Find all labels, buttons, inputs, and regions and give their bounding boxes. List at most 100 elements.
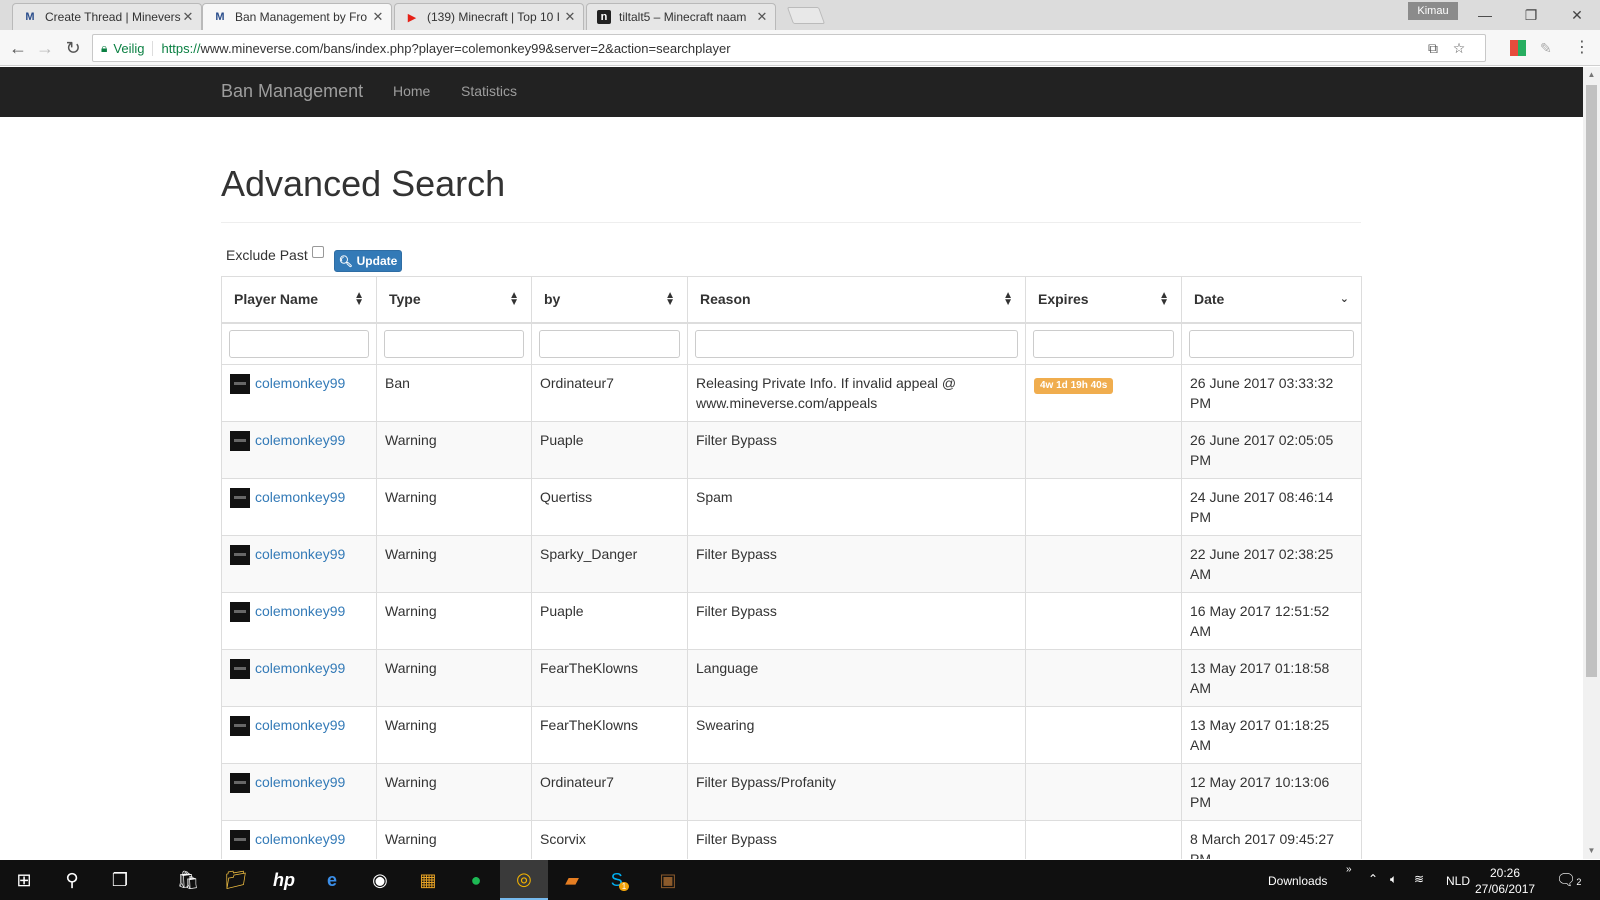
vertical-scrollbar[interactable]: ▲ ▼: [1583, 67, 1600, 859]
restore-icon[interactable]: ❐: [1508, 4, 1554, 26]
player-name-link[interactable]: colemonkey99: [255, 829, 345, 849]
browser-tab[interactable]: M Create Thread | Minevers ✕: [12, 3, 202, 30]
toolbar-expand-icon[interactable]: »: [1346, 864, 1352, 875]
edge-icon[interactable]: e: [308, 860, 356, 900]
window-close-icon[interactable]: ✕: [1554, 4, 1600, 26]
type-filter-input[interactable]: [384, 329, 524, 358]
file-explorer-icon[interactable]: 📁︎: [212, 860, 260, 900]
column-label: Player Name: [234, 291, 319, 308]
url-scheme: https://: [161, 40, 201, 56]
player-cell: colemonkey99: [221, 705, 377, 764]
expires-filter-input[interactable]: [1033, 329, 1174, 358]
player-cell: colemonkey99: [221, 762, 377, 821]
skype-icon[interactable]: S1: [596, 860, 644, 900]
minecraft-icon[interactable]: ▣: [644, 860, 692, 900]
reason-filter-input[interactable]: [695, 329, 1018, 358]
translate-icon[interactable]: ⧉: [1421, 35, 1445, 61]
nav-link-home[interactable]: Home: [393, 83, 430, 99]
search-icon[interactable]: ⚲: [48, 860, 96, 900]
date-cell: 16 May 2017 12:51:52 AM: [1181, 591, 1362, 650]
forward-arrow-icon[interactable]: →: [33, 36, 57, 60]
downloads-toolbar[interactable]: Downloads: [1268, 874, 1327, 888]
photo-app-icon[interactable]: ▰: [548, 860, 596, 900]
column-header-expires[interactable]: Expires ▲ ▼: [1025, 276, 1182, 324]
hp-icon[interactable]: hp: [260, 860, 308, 900]
extension-feather-icon[interactable]: ✎: [1540, 40, 1556, 56]
reason-cell: Filter Bypass: [687, 591, 1026, 650]
filter-cell: [1025, 322, 1182, 365]
update-button[interactable]: 🔍︎ Update: [334, 250, 402, 272]
scrollbar-thumb[interactable]: [1586, 85, 1597, 677]
notifications-icon[interactable]: 🗨︎2: [1556, 870, 1581, 890]
url-text[interactable]: https://www.mineverse.com/bans/index.php…: [161, 41, 730, 56]
column-header-date[interactable]: Date ⌄: [1181, 276, 1362, 324]
table-header-row: Player Name ▲ ▼ Type ▲ ▼ by ▲ ▼ Reason ▲ ▼ Expir…: [221, 276, 1362, 324]
wifi-icon[interactable]: ≋: [1414, 872, 1424, 886]
column-header-by[interactable]: by ▲ ▼: [531, 276, 688, 324]
player-name-link[interactable]: colemonkey99: [255, 487, 345, 507]
chrome-menu-icon[interactable]: ⋮: [1570, 36, 1594, 60]
page-viewport: Ban Management Home Statistics Advanced …: [0, 67, 1583, 859]
minimize-icon[interactable]: —: [1462, 4, 1508, 26]
browser-tab[interactable]: n tiltalt5 – Minecraft naam ✕: [586, 3, 776, 30]
volume-icon[interactable]: 🔈︎: [1390, 872, 1397, 887]
close-icon[interactable]: ✕: [181, 9, 195, 25]
reason-cell: Swearing: [687, 705, 1026, 764]
reason-cell: Spam: [687, 477, 1026, 536]
nav-link-statistics[interactable]: Statistics: [461, 83, 517, 99]
by-filter-input[interactable]: [539, 329, 680, 358]
player-cell: colemonkey99: [221, 591, 377, 650]
chrome-icon[interactable]: ◎: [500, 860, 548, 900]
windows-start-icon[interactable]: ⊞: [0, 860, 48, 900]
exclude-past-checkbox[interactable]: [311, 246, 324, 258]
task-view-icon[interactable]: ❐: [96, 860, 144, 900]
lock-icon: 🔒︎: [101, 40, 108, 55]
close-icon[interactable]: ✕: [563, 9, 577, 25]
close-icon[interactable]: ✕: [371, 9, 385, 25]
player-name-link[interactable]: colemonkey99: [255, 544, 345, 564]
paint-icon[interactable]: ▦: [404, 860, 452, 900]
column-header-type[interactable]: Type ▲ ▼: [376, 276, 532, 324]
extension-icon[interactable]: [1510, 40, 1526, 56]
bookmark-star-icon[interactable]: ☆: [1447, 35, 1471, 61]
spotify-icon[interactable]: ●: [452, 860, 500, 900]
scroll-up-icon[interactable]: ▲: [1583, 67, 1600, 83]
player-name-link[interactable]: colemonkey99: [255, 373, 345, 393]
reload-icon[interactable]: ↻: [61, 36, 85, 60]
windows-taskbar: ⊞ ⚲ ❐ 🛍︎ 📁︎ hp e ◉ ▦ ● ◎ ▰ S1 ▣ Download…: [0, 860, 1600, 900]
player-name-link[interactable]: colemonkey99: [255, 601, 345, 621]
player-name-link[interactable]: colemonkey99: [255, 430, 345, 450]
table-row: colemonkey99 Warning Scorvix Filter Bypass 8…: [221, 819, 1362, 859]
column-header-player-name[interactable]: Player Name ▲ ▼: [221, 276, 377, 324]
player-name-filter-input[interactable]: [229, 329, 369, 358]
player-name-link[interactable]: colemonkey99: [255, 772, 345, 792]
browser-tab-strip: M Create Thread | Minevers ✕ M Ban Manag…: [0, 0, 1600, 30]
player-name-link[interactable]: colemonkey99: [255, 715, 345, 735]
profile-button[interactable]: Kimau: [1408, 2, 1458, 20]
new-tab-button[interactable]: [786, 7, 826, 24]
scroll-down-icon[interactable]: ▼: [1583, 843, 1600, 859]
player-skin-avatar: [230, 829, 250, 850]
tray-chevron-up-icon[interactable]: ⌃: [1368, 872, 1378, 886]
expires-cell: [1025, 477, 1182, 536]
close-icon[interactable]: ✕: [755, 9, 769, 25]
player-name-link[interactable]: colemonkey99: [255, 658, 345, 678]
search-icon: 🔍︎: [338, 255, 353, 268]
language-indicator[interactable]: NLD: [1446, 874, 1470, 888]
date-cell: 26 June 2017 02:05:05 PM: [1181, 420, 1362, 479]
expires-cell: [1025, 819, 1182, 859]
browser-tab[interactable]: ▶ (139) Minecraft | Top 10 I ✕: [394, 3, 584, 30]
browser-tab-active[interactable]: M Ban Management by Fro ✕: [202, 3, 392, 30]
sort-icon: ▲ ▼: [354, 290, 364, 309]
back-arrow-icon[interactable]: ←: [6, 36, 30, 60]
store-icon[interactable]: 🛍︎: [164, 860, 212, 900]
column-header-reason[interactable]: Reason ▲ ▼: [687, 276, 1026, 324]
app-icon[interactable]: ◉: [356, 860, 404, 900]
date-filter-input[interactable]: [1189, 329, 1354, 358]
reason-cell: Filter Bypass: [687, 420, 1026, 479]
clock-date[interactable]: 27/06/2017: [1475, 882, 1535, 896]
secure-label: Veilig: [113, 40, 154, 56]
navbar-brand[interactable]: Ban Management: [221, 81, 363, 102]
address-bar[interactable]: 🔒︎ Veilig https://www.mineverse.com/bans…: [92, 34, 1486, 62]
clock-time[interactable]: 20:26: [1490, 866, 1520, 880]
